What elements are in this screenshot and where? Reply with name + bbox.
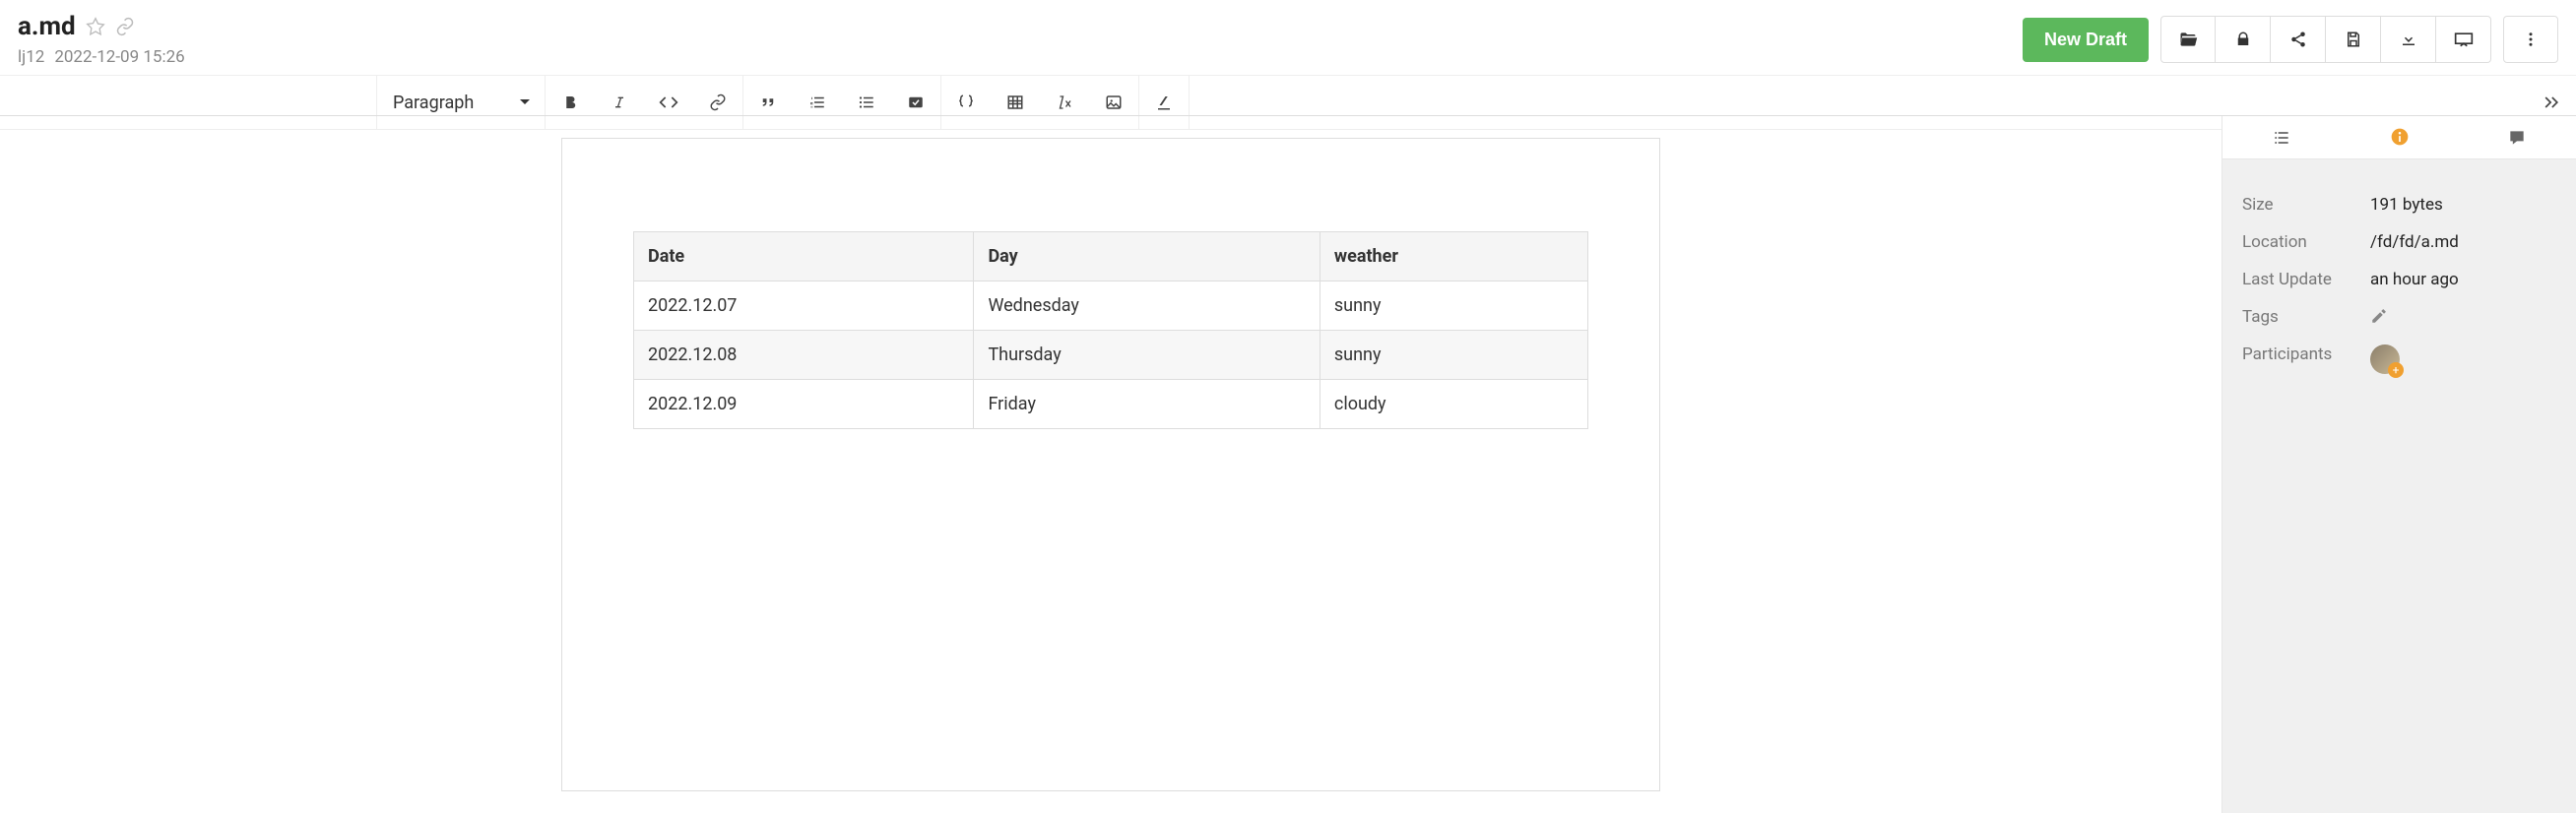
table-row[interactable]: 2022.12.09 Friday cloudy <box>634 380 1588 429</box>
workspace: Date Day weather 2022.12.07 Wednesday su… <box>0 115 2576 813</box>
sidebar-tabs <box>2222 116 2576 159</box>
location-value: /fd/fd/a.md <box>2370 232 2556 252</box>
table-header-row: Date Day weather <box>634 232 1588 281</box>
download-button[interactable] <box>2381 16 2436 63</box>
chevron-down-icon <box>519 96 531 108</box>
add-participant-icon[interactable]: + <box>2388 362 2404 378</box>
document-meta: lj12 2022-12-09 15:26 <box>18 47 2023 67</box>
size-value: 191 bytes <box>2370 195 2556 215</box>
participant-avatar[interactable]: + <box>2370 344 2400 374</box>
link-icon[interactable] <box>115 17 135 36</box>
star-icon[interactable] <box>86 17 105 36</box>
table-row[interactable]: 2022.12.08 Thursday sunny <box>634 331 1588 380</box>
share-button[interactable] <box>2271 16 2326 63</box>
th-weather: weather <box>1320 232 1587 281</box>
document-page[interactable]: Date Day weather 2022.12.07 Wednesday su… <box>561 138 1660 791</box>
table-row[interactable]: 2022.12.07 Wednesday sunny <box>634 281 1588 331</box>
page-header: a.md lj12 2022-12-09 15:26 New Draft <box>0 0 2576 75</box>
last-update-label: Last Update <box>2242 270 2370 289</box>
header-left: a.md lj12 2022-12-09 15:26 <box>18 12 2023 67</box>
modified-timestamp: 2022-12-09 15:26 <box>54 47 184 67</box>
tab-comments[interactable] <box>2458 116 2576 158</box>
participants-label: Participants <box>2242 344 2370 379</box>
tab-info[interactable] <box>2341 116 2459 158</box>
sidebar-content: Size 191 bytes Location /fd/fd/a.md Last… <box>2222 159 2576 813</box>
document-title: a.md <box>18 12 76 41</box>
open-folder-button[interactable] <box>2160 16 2216 63</box>
comment-icon <box>2507 128 2527 148</box>
title-row: a.md <box>18 12 2023 41</box>
file-action-group <box>2160 16 2491 63</box>
info-icon <box>2390 127 2410 147</box>
location-label: Location <box>2242 232 2370 252</box>
last-update-value: an hour ago <box>2370 270 2556 289</box>
new-draft-button[interactable]: New Draft <box>2023 18 2149 62</box>
presentation-button[interactable] <box>2436 16 2491 63</box>
info-sidebar: Size 191 bytes Location /fd/fd/a.md Last… <box>2222 116 2576 813</box>
editor-pane[interactable]: Date Day weather 2022.12.07 Wednesday su… <box>0 116 2222 813</box>
save-button[interactable] <box>2326 16 2381 63</box>
th-day: Day <box>974 232 1320 281</box>
lock-button[interactable] <box>2216 16 2271 63</box>
edit-tags-button[interactable] <box>2370 307 2556 327</box>
more-menu-button[interactable] <box>2503 16 2558 63</box>
header-actions: New Draft <box>2023 12 2558 63</box>
size-label: Size <box>2242 195 2370 215</box>
author-name: lj12 <box>18 47 44 67</box>
tab-outline[interactable] <box>2222 116 2341 158</box>
list-icon <box>2272 128 2291 148</box>
th-date: Date <box>634 232 974 281</box>
tags-label: Tags <box>2242 307 2370 327</box>
pencil-icon <box>2370 307 2388 325</box>
content-table[interactable]: Date Day weather 2022.12.07 Wednesday su… <box>633 231 1588 429</box>
block-style-label: Paragraph <box>393 93 474 113</box>
